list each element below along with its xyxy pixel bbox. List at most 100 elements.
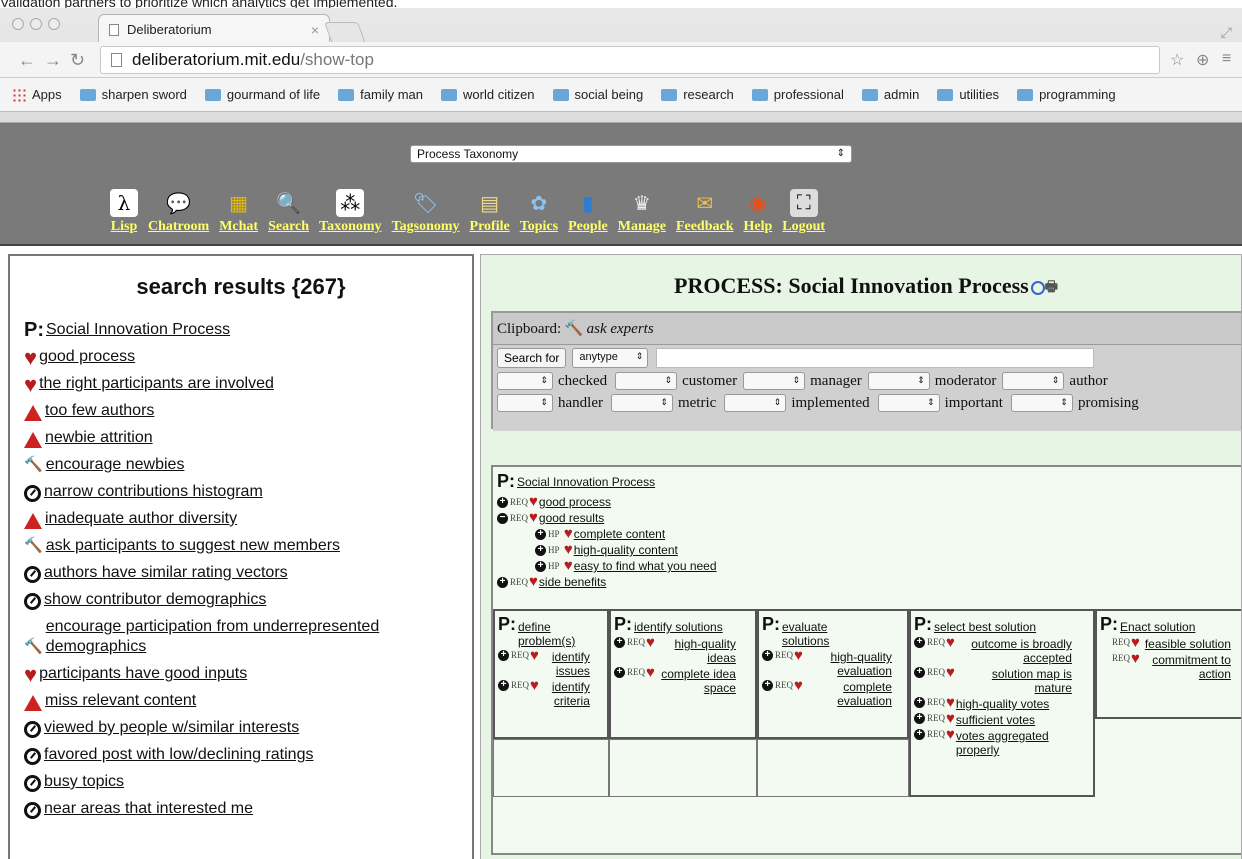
step-item-link[interactable]: solution map is mature bbox=[956, 667, 1072, 695]
tool-feedback[interactable]: ✉ Feedback bbox=[676, 189, 734, 235]
step-item-link[interactable]: high-quality evaluation bbox=[804, 650, 892, 678]
tool-tagsonomy[interactable]: 🏷 Tagsonomy bbox=[392, 189, 460, 235]
taxonomy-select[interactable]: Process Taxonomy ⇕ bbox=[410, 145, 852, 163]
back-arrow-icon[interactable]: ← bbox=[18, 50, 36, 71]
result-link[interactable]: narrow contributions histogram bbox=[44, 482, 263, 502]
filter-select[interactable]: ⇕ bbox=[867, 372, 930, 390]
tree-link[interactable]: good results bbox=[539, 511, 604, 525]
result-link[interactable]: busy topics bbox=[44, 772, 124, 792]
filter-select[interactable]: ⇕ bbox=[877, 394, 940, 412]
search-for-button[interactable]: Search for bbox=[497, 348, 567, 368]
tree-link[interactable]: complete content bbox=[574, 527, 665, 541]
expand-plus-icon[interactable]: + bbox=[535, 528, 546, 540]
result-link[interactable]: newbie attrition bbox=[45, 428, 153, 448]
expand-plus-icon[interactable]: + bbox=[914, 667, 925, 678]
step-item-link[interactable]: votes aggregated properly bbox=[956, 729, 1072, 757]
tool-people[interactable]: ▮ People bbox=[568, 189, 608, 235]
expand-plus-icon[interactable]: + bbox=[914, 697, 925, 708]
expand-plus-icon[interactable]: + bbox=[497, 576, 508, 588]
step-item-link[interactable]: identify issues bbox=[540, 650, 590, 678]
close-window-button[interactable] bbox=[12, 18, 24, 30]
result-link[interactable]: good process bbox=[39, 347, 135, 367]
tree-root-link[interactable]: Social Innovation Process bbox=[517, 475, 655, 489]
expand-plus-icon[interactable]: + bbox=[914, 729, 925, 740]
tool-topics[interactable]: ✿ Topics bbox=[520, 189, 558, 235]
tool-mchat[interactable]: ▦ Mchat bbox=[219, 189, 258, 235]
star-icon[interactable]: ☆ bbox=[1170, 50, 1184, 70]
step-link[interactable]: Enact solution bbox=[1120, 620, 1195, 634]
result-link[interactable]: near areas that interested me bbox=[44, 799, 253, 819]
tool-lisp[interactable]: λ Lisp bbox=[110, 189, 138, 235]
step-link[interactable]: identify solutions bbox=[634, 620, 724, 634]
step-link[interactable]: evaluate solutions bbox=[782, 620, 872, 648]
step-item-link[interactable]: sufficient votes bbox=[956, 713, 1035, 727]
search-input[interactable] bbox=[656, 348, 1095, 368]
tool-manage[interactable]: ♛ Manage bbox=[618, 189, 666, 235]
bookmark-apps[interactable]: Apps bbox=[12, 87, 62, 102]
expand-plus-icon[interactable]: + bbox=[498, 650, 509, 661]
result-link[interactable]: miss relevant content bbox=[45, 691, 196, 711]
bookmark-folder[interactable]: social being bbox=[552, 87, 643, 102]
result-link[interactable]: viewed by people w/similar interests bbox=[44, 718, 299, 738]
filter-select[interactable]: ⇕ bbox=[615, 372, 678, 390]
result-link[interactable]: inadequate author diversity bbox=[45, 509, 237, 529]
result-link[interactable]: the right participants are involved bbox=[39, 374, 274, 394]
expand-plus-icon[interactable]: + bbox=[914, 637, 925, 648]
result-link[interactable]: show contributor demographics bbox=[44, 590, 266, 610]
result-link[interactable]: too few authors bbox=[45, 401, 154, 421]
tool-taxonomy[interactable]: ⁂ Taxonomy bbox=[319, 189, 382, 235]
filter-select[interactable]: ⇕ bbox=[743, 372, 806, 390]
clipboard-item[interactable]: ask experts bbox=[587, 321, 654, 337]
tool-chatroom[interactable]: 💬 Chatroom bbox=[148, 189, 209, 235]
expand-plus-icon[interactable]: + bbox=[614, 637, 625, 648]
result-link[interactable]: Social Innovation Process bbox=[46, 320, 230, 340]
address-bar[interactable]: deliberatorium.mit.edu /show-top bbox=[100, 46, 1160, 74]
tool-search[interactable]: 🔍 Search bbox=[268, 189, 309, 235]
extension-icon[interactable]: ⊕ bbox=[1196, 50, 1209, 70]
tool-help[interactable]: ◉ Help bbox=[744, 189, 773, 235]
result-link[interactable]: encourage participation from underrepres… bbox=[46, 617, 466, 657]
forward-arrow-icon[interactable]: → bbox=[44, 50, 62, 71]
step-link[interactable]: select best solution bbox=[934, 620, 1036, 634]
filter-select[interactable]: ⇕ bbox=[724, 394, 787, 412]
expand-plus-icon[interactable]: + bbox=[914, 713, 925, 724]
tab-close-icon[interactable]: × bbox=[311, 22, 319, 38]
expand-plus-icon[interactable]: + bbox=[762, 650, 773, 661]
bookmark-folder[interactable]: utilities bbox=[937, 87, 999, 102]
tool-profile[interactable]: ▤ Profile bbox=[470, 189, 510, 235]
step-item-link[interactable]: outcome is broadly accepted bbox=[956, 637, 1072, 665]
result-link[interactable]: favored post with low/declining ratings bbox=[44, 745, 313, 765]
step-item-link[interactable]: complete idea space bbox=[656, 667, 736, 695]
expand-plus-icon[interactable]: + bbox=[535, 544, 546, 556]
bookmark-folder[interactable]: admin bbox=[861, 87, 919, 102]
bookmark-folder[interactable]: research bbox=[661, 87, 734, 102]
tree-link[interactable]: easy to find what you need bbox=[574, 559, 717, 573]
result-link[interactable]: participants have good inputs bbox=[39, 664, 247, 684]
collapse-minus-icon[interactable]: − bbox=[497, 512, 508, 524]
tree-link[interactable]: good process bbox=[539, 495, 611, 509]
filter-select[interactable]: ⇕ bbox=[497, 394, 553, 412]
bookmark-folder[interactable]: family man bbox=[338, 87, 423, 102]
bookmark-folder[interactable]: programming bbox=[1017, 87, 1116, 102]
expand-plus-icon[interactable]: + bbox=[498, 680, 509, 691]
result-link[interactable]: encourage newbies bbox=[46, 455, 185, 475]
bookmark-folder[interactable]: gourmand of life bbox=[204, 87, 320, 102]
tree-link[interactable]: high-quality content bbox=[574, 543, 678, 557]
step-item-link[interactable]: complete evaluation bbox=[804, 680, 892, 708]
menu-icon[interactable]: ≡ bbox=[1222, 50, 1231, 68]
step-item-link[interactable]: feasible solution bbox=[1141, 637, 1231, 651]
step-item-link[interactable]: commitment to action bbox=[1141, 653, 1231, 681]
tree-link[interactable]: side benefits bbox=[539, 575, 606, 589]
print-icon[interactable]: 🖶 bbox=[1045, 276, 1058, 300]
fullscreen-icon[interactable]: ⤢ bbox=[1221, 24, 1232, 41]
expand-plus-icon[interactable]: + bbox=[614, 667, 625, 678]
step-item-link[interactable]: high-quality ideas bbox=[656, 637, 736, 665]
new-tab-button[interactable] bbox=[323, 22, 367, 44]
expand-plus-icon[interactable]: + bbox=[535, 560, 546, 572]
expand-plus-icon[interactable]: + bbox=[497, 496, 508, 508]
step-link[interactable]: define problem(s) bbox=[518, 620, 604, 648]
expand-plus-icon[interactable]: + bbox=[762, 680, 773, 691]
bookmark-folder[interactable]: world citizen bbox=[441, 87, 535, 102]
result-link[interactable]: ask participants to suggest new members bbox=[46, 536, 340, 556]
step-item-link[interactable]: identify criteria bbox=[540, 680, 590, 708]
